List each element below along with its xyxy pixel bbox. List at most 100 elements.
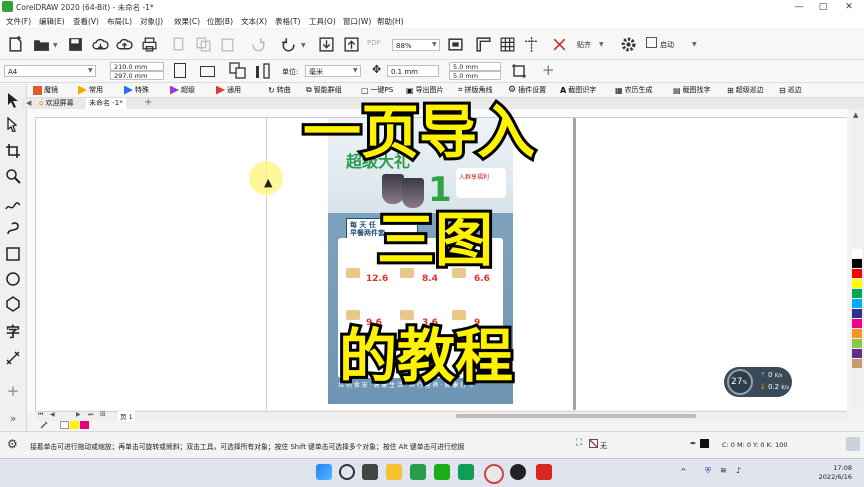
cloud-import-icon[interactable]	[89, 34, 111, 54]
color-swatch[interactable]	[852, 349, 862, 358]
plugin-one-click-ps[interactable]: ▢ 一键PS	[361, 84, 393, 96]
add-tool-icon[interactable]: +	[3, 381, 23, 401]
import-icon[interactable]	[315, 34, 337, 54]
color-swatch[interactable]	[852, 339, 862, 348]
tab-back-icon[interactable]: ◀	[26, 99, 31, 107]
prev-page-icon[interactable]: ◀	[50, 411, 55, 418]
snap-off-icon[interactable]	[548, 34, 570, 54]
options-gear-icon[interactable]	[617, 34, 639, 54]
zoom-dropdown-icon[interactable]: ▼	[432, 41, 437, 48]
plugin-super[interactable]: 超级	[170, 84, 195, 96]
horizontal-scroll-thumb[interactable]	[456, 414, 696, 418]
menu-table[interactable]: 表格(T)	[275, 16, 300, 27]
launch-dropdown-icon[interactable]: ▼	[692, 41, 697, 48]
page-size-dropdown-icon[interactable]: ▼	[88, 67, 93, 74]
show-guidelines-icon[interactable]	[520, 34, 542, 54]
plugin-special[interactable]: 特殊	[124, 84, 149, 96]
cloud-export-icon[interactable]	[113, 34, 135, 54]
wechat-icon[interactable]	[434, 464, 450, 480]
menu-effects[interactable]: 效果(C)	[174, 16, 200, 27]
current-page-icon[interactable]	[254, 63, 272, 79]
status-gear-icon[interactable]: ⚙	[7, 437, 18, 451]
vertical-ruler[interactable]	[27, 117, 36, 411]
no-color-swatch[interactable]	[60, 421, 69, 429]
plugin-imposition-marks[interactable]: ⌗ 拼版角线	[458, 84, 493, 96]
app-green-icon[interactable]	[410, 464, 426, 480]
crop-tool-icon[interactable]	[3, 141, 23, 161]
color-swatch[interactable]	[852, 359, 862, 368]
task-view-icon[interactable]	[362, 464, 378, 480]
page-height-field[interactable]: 297.0 mm	[110, 71, 164, 80]
treat-as-filled-icon[interactable]	[511, 63, 527, 79]
landscape-icon[interactable]	[200, 66, 215, 77]
menu-file[interactable]: 文件(F)	[6, 16, 31, 27]
color-swatch[interactable]	[852, 289, 862, 298]
plugin-export-image[interactable]: ▣ 导出图片	[406, 84, 444, 96]
close-button[interactable]: ✕	[838, 0, 860, 14]
search-icon[interactable]	[339, 464, 355, 480]
color-swatch[interactable]	[852, 319, 862, 328]
open-folder-icon[interactable]	[30, 34, 52, 54]
plugin-super-outline[interactable]: ⊞ 超级巡边	[727, 84, 764, 96]
outline-color-swatch[interactable]	[700, 439, 709, 448]
color-swatch[interactable]	[852, 249, 862, 258]
tray-wifi-icon[interactable]: ≋	[720, 466, 727, 475]
show-rulers-icon[interactable]	[472, 34, 494, 54]
tray-clock[interactable]: 17:08 2022/6/16	[812, 464, 852, 482]
tab-welcome[interactable]: ⌂ 欢迎屏幕	[36, 98, 77, 109]
publish-pdf-button[interactable]: PDF	[367, 39, 381, 47]
menu-help[interactable]: 帮助(H)	[377, 16, 404, 27]
artistic-media-tool-icon[interactable]	[3, 218, 23, 238]
new-document-icon[interactable]	[4, 34, 26, 54]
duplicate-y-field[interactable]: 5.0 mm	[449, 71, 501, 80]
next-page-icon[interactable]: ▶	[76, 411, 81, 418]
menu-view[interactable]: 查看(V)	[73, 16, 99, 27]
menu-bitmaps[interactable]: 位图(B)	[207, 16, 233, 27]
page-size-select[interactable]: A4	[4, 65, 96, 77]
color-swatch[interactable]	[852, 259, 862, 268]
launch-icon[interactable]	[646, 37, 657, 48]
menu-window[interactable]: 窗口(W)	[343, 16, 371, 27]
redo-dropdown-icon[interactable]: ▼	[301, 42, 306, 49]
pick-tool-icon[interactable]	[3, 90, 23, 110]
redo-icon[interactable]	[278, 34, 300, 54]
units-dropdown-icon[interactable]: ▼	[353, 67, 358, 74]
ellipse-tool-icon[interactable]	[3, 269, 23, 289]
print-icon[interactable]	[138, 34, 160, 54]
app-teal-icon[interactable]	[458, 464, 474, 480]
duplicate-x-field[interactable]: 5.0 mm	[449, 62, 501, 71]
plugin-outline[interactable]: ⊟ 巡边	[779, 84, 802, 96]
plugin-common[interactable]: 常用	[78, 84, 103, 96]
fill-none-swatch[interactable]	[589, 439, 598, 448]
page-tab[interactable]: 页 1	[118, 411, 135, 421]
plugin-ocr[interactable]: A 截图识字	[560, 84, 596, 96]
new-tab-icon[interactable]: +	[144, 97, 152, 108]
text-tool-icon[interactable]: 字	[3, 322, 23, 342]
color-swatch[interactable]	[852, 279, 862, 288]
add-page-icon[interactable]: ⊞	[100, 410, 106, 418]
recent-color-yellow[interactable]	[70, 421, 79, 429]
recorder-icon[interactable]	[510, 464, 526, 480]
shape-tool-icon[interactable]	[3, 114, 23, 134]
tab-untitled[interactable]: 未命名 -1*	[86, 98, 126, 109]
maximize-button[interactable]: □	[812, 0, 834, 14]
snap-dropdown-icon[interactable]: ▼	[599, 41, 604, 48]
menu-tools[interactable]: 工具(O)	[309, 16, 336, 27]
windows-start-icon[interactable]	[316, 464, 332, 480]
page-width-field[interactable]: 210.0 mm	[110, 62, 164, 71]
tray-chevron-icon[interactable]: ^	[680, 467, 687, 476]
rectangle-tool-icon[interactable]	[3, 244, 23, 264]
color-swatch[interactable]	[852, 299, 862, 308]
tray-shield-icon[interactable]: ⛨	[705, 466, 711, 476]
snap-to-label[interactable]: 贴齐	[577, 40, 591, 50]
plugin-magic-mirror[interactable]: 魔镜	[33, 84, 58, 96]
eyedropper-icon[interactable]	[40, 421, 48, 429]
portrait-icon[interactable]	[174, 63, 186, 78]
recent-color-magenta[interactable]	[80, 421, 89, 429]
tray-volume-icon[interactable]: ♪	[736, 466, 741, 475]
freehand-tool-icon[interactable]	[3, 194, 23, 214]
color-swatch[interactable]	[852, 269, 862, 278]
palette-scroll-up-icon[interactable]: ▲	[853, 111, 858, 119]
export-icon[interactable]	[340, 34, 362, 54]
menu-edit[interactable]: 编辑(E)	[39, 16, 65, 27]
